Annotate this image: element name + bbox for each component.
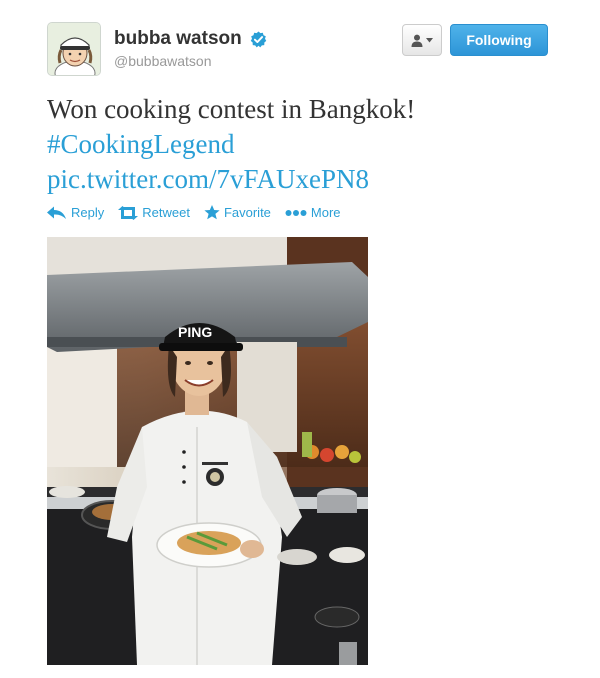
user-full-name[interactable]: bubba watson [114,28,242,50]
more-label: More [310,205,341,220]
retweet-button[interactable]: Retweet [118,205,190,220]
chef-kitchen-photo: PING [47,237,368,665]
star-icon [204,205,220,220]
chevron-down-icon [426,37,433,42]
tweet-photo[interactable]: PING [47,237,368,665]
cap-text: PING [178,324,212,340]
user-handle[interactable]: @bubbawatson [114,53,267,69]
person-icon [411,34,423,47]
favorite-label: Favorite [223,205,271,220]
media-link[interactable]: pic.twitter.com/7vFAUxePN8 [47,162,567,197]
reply-label: Reply [71,205,105,220]
avatar[interactable] [47,22,101,76]
reply-icon [47,206,66,219]
avatar-illustration [48,23,100,75]
verified-badge-icon [250,30,267,47]
reply-button[interactable]: Reply [47,205,104,220]
tweet-body: Won cooking contest in Bangkok! [47,94,416,124]
retweet-label: Retweet [142,205,190,220]
ellipsis-icon [285,209,307,216]
retweet-icon [118,205,139,220]
hashtag-link[interactable]: #CookingLegend [47,127,567,162]
tweet-text: Won cooking contest in Bangkok! #Cooking… [47,92,567,197]
favorite-button[interactable]: Favorite [204,205,271,220]
user-info: bubba watson @bubbawatson [114,28,267,69]
following-button[interactable]: Following [450,24,548,56]
more-button[interactable]: More [285,205,341,220]
user-actions-dropdown[interactable] [402,24,442,56]
tweet-actions: Reply Retweet Favorite More [47,205,341,220]
